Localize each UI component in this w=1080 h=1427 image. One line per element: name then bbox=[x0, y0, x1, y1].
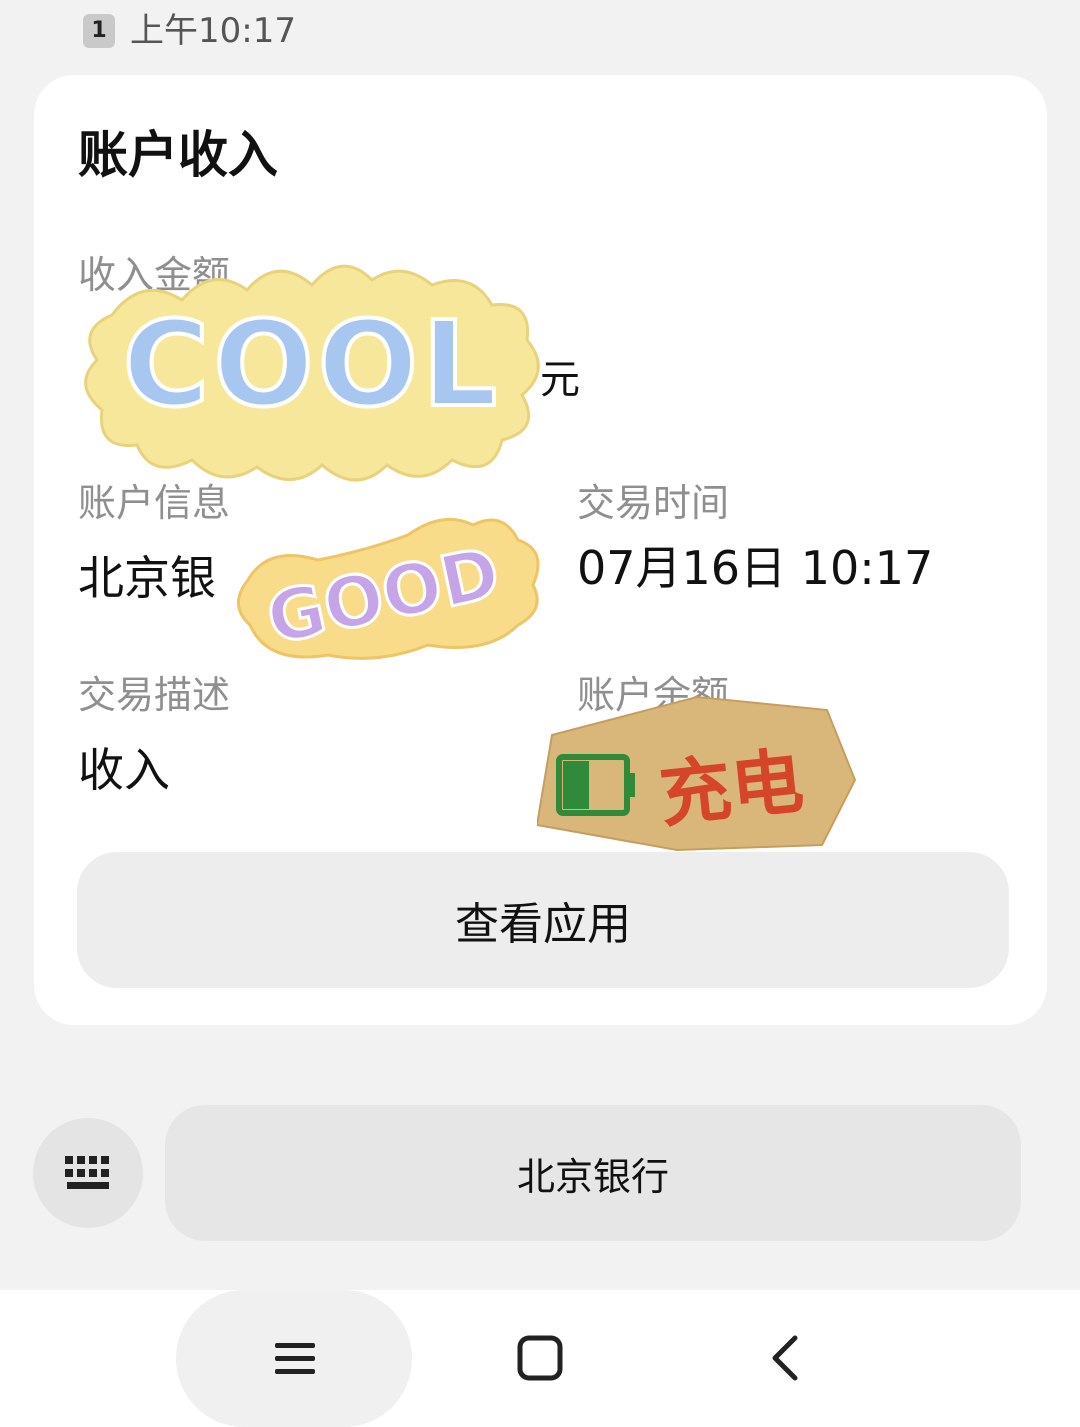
keyboard-button[interactable] bbox=[33, 1118, 143, 1228]
status-bar: 1 上午10:17 bbox=[0, 0, 1080, 64]
menu-icon bbox=[275, 1343, 315, 1374]
sim-slot-badge: 1 bbox=[83, 14, 115, 48]
cool-sticker: COOL bbox=[84, 264, 540, 482]
account-info-value: 北京银 bbox=[78, 551, 216, 605]
cool-sticker-text: COOL bbox=[123, 295, 501, 433]
card-title: 账户收入 bbox=[78, 126, 278, 184]
charge-sticker-text: 充电 bbox=[655, 739, 807, 838]
transaction-time-value: 07月16日 10:17 bbox=[577, 541, 934, 595]
good-sticker: GOOD bbox=[237, 517, 540, 662]
charge-sticker: 充电 bbox=[537, 695, 857, 852]
transaction-time-label: 交易时间 bbox=[577, 481, 730, 525]
keyboard-icon bbox=[65, 1156, 109, 1189]
status-time: 上午10:17 bbox=[130, 11, 296, 51]
nav-home-button[interactable] bbox=[480, 1308, 600, 1408]
transaction-desc-value: 收入 bbox=[78, 743, 170, 797]
quick-reply-button[interactable]: 北京银行 bbox=[165, 1105, 1021, 1241]
transaction-desc-label: 交易描述 bbox=[78, 673, 231, 717]
nav-back-button[interactable] bbox=[727, 1308, 847, 1408]
view-app-button[interactable]: 查看应用 bbox=[77, 852, 1009, 988]
nav-menu-button[interactable] bbox=[235, 1308, 355, 1408]
back-chevron-icon bbox=[772, 1335, 798, 1381]
home-square-icon bbox=[517, 1335, 563, 1381]
